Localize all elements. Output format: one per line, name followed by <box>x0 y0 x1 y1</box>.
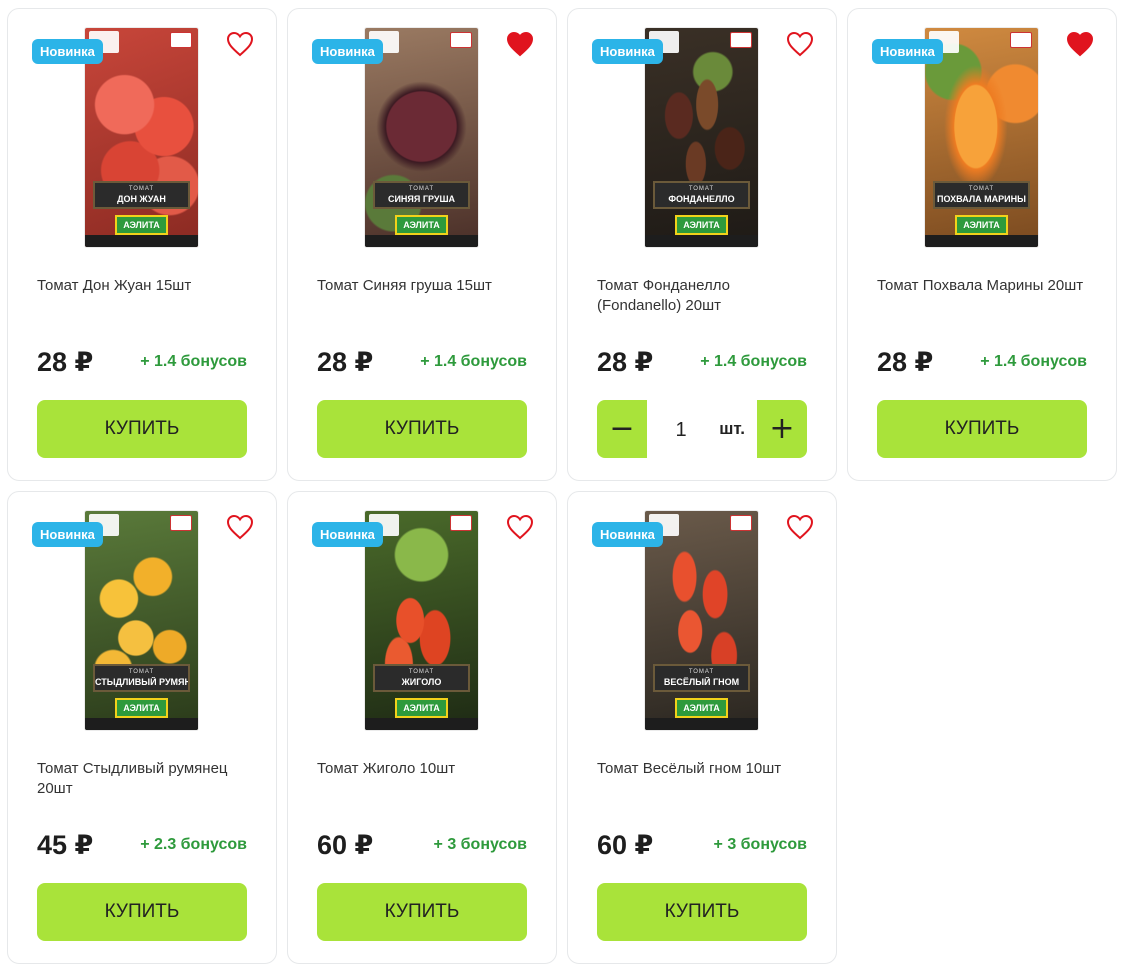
bonus-amount: + 3 бонусов <box>713 836 807 853</box>
buy-button[interactable]: КУПИТЬ <box>317 400 527 458</box>
heart-icon[interactable] <box>786 514 814 540</box>
product-price: 60 ₽ <box>597 830 654 860</box>
buy-button[interactable]: КУПИТЬ <box>877 400 1087 458</box>
quantity-input[interactable] <box>661 414 701 446</box>
new-badge: Новинка <box>32 39 103 64</box>
buy-button[interactable]: КУПИТЬ <box>317 883 527 941</box>
bonus-amount: + 1.4 бонусов <box>140 353 247 370</box>
bonus-amount: + 1.4 бонусов <box>980 353 1087 370</box>
heart-icon[interactable] <box>506 514 534 540</box>
heart-icon[interactable] <box>226 31 254 57</box>
buy-button[interactable]: КУПИТЬ <box>597 883 807 941</box>
product-title[interactable]: Томат Дон Жуан 15шт <box>37 276 252 296</box>
plus-icon[interactable]: + <box>757 400 807 458</box>
quantity-unit: шт. <box>719 419 745 438</box>
new-badge: Новинка <box>592 522 663 547</box>
product-card[interactable]: Новинка ТОМАТСТЫДЛИВЫЙ РУМЯНЕЦ АЭЛИТА То… <box>7 491 277 964</box>
buy-button[interactable]: КУПИТЬ <box>37 883 247 941</box>
new-badge: Новинка <box>592 39 663 64</box>
product-card[interactable]: Новинка ТОМАТ ЖИГОЛО АЭЛИТА Томат Жиголо … <box>287 491 557 964</box>
product-title[interactable]: Томат Похвала Марины 20шт <box>877 276 1092 296</box>
bonus-amount: + 3 бонусов <box>433 836 527 853</box>
product-price: 45 ₽ <box>37 830 94 860</box>
new-badge: Новинка <box>312 522 383 547</box>
product-card[interactable]: Новинка ТОМАТ ВЕСЁЛЫЙ ГНОМ АЭЛИТА Томат В… <box>567 491 837 964</box>
product-title[interactable]: Томат Фонданелло (Fondanello) 20шт <box>597 276 812 316</box>
product-price: 28 ₽ <box>37 347 94 377</box>
product-price: 28 ₽ <box>317 347 374 377</box>
product-price: 60 ₽ <box>317 830 374 860</box>
heart-icon[interactable] <box>786 31 814 57</box>
minus-icon[interactable]: − <box>597 400 647 458</box>
product-title[interactable]: Томат Синяя груша 15шт <box>317 276 532 296</box>
heart-icon[interactable] <box>1066 31 1094 57</box>
product-card[interactable]: Новинка ТОМАТ ПОХВАЛА МАРИНЫ АЭЛИТА Томат… <box>847 8 1117 481</box>
bonus-amount: + 1.4 бонусов <box>700 353 807 370</box>
heart-icon[interactable] <box>226 514 254 540</box>
buy-button[interactable]: КУПИТЬ <box>37 400 247 458</box>
quantity-field[interactable]: шт. <box>647 400 757 458</box>
product-card[interactable]: Новинка ТОМАТ СИНЯЯ ГРУША АЭЛИТА Томат Си… <box>287 8 557 481</box>
bonus-amount: + 1.4 бонусов <box>420 353 527 370</box>
quantity-stepper[interactable]: − шт. + <box>597 400 807 458</box>
new-badge: Новинка <box>872 39 943 64</box>
product-grid: Новинка ТОМАТ ДОН ЖУАН АЭЛИТА Томат Дон Ж… <box>0 0 1132 971</box>
product-title[interactable]: Томат Стыдливый румянец 20шт <box>37 759 252 799</box>
product-title[interactable]: Томат Весёлый гном 10шт <box>597 759 812 779</box>
product-price: 28 ₽ <box>597 347 654 377</box>
product-price: 28 ₽ <box>877 347 934 377</box>
product-title[interactable]: Томат Жиголо 10шт <box>317 759 532 779</box>
new-badge: Новинка <box>312 39 383 64</box>
product-card[interactable]: Новинка ТОМАТ ФОНДАНЕЛЛО АЭЛИТА Томат Фон… <box>567 8 837 481</box>
new-badge: Новинка <box>32 522 103 547</box>
product-card[interactable]: Новинка ТОМАТ ДОН ЖУАН АЭЛИТА Томат Дон Ж… <box>7 8 277 481</box>
bonus-amount: + 2.3 бонусов <box>140 836 247 853</box>
heart-icon[interactable] <box>506 31 534 57</box>
